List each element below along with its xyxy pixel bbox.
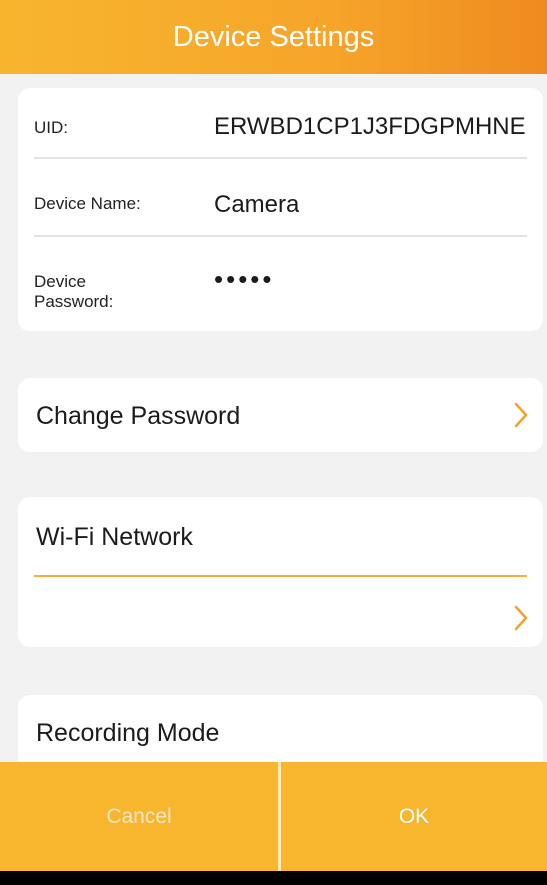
device-name-label: Device Name: bbox=[34, 194, 141, 213]
device-info-card: UID: ERWBD1CP1J3FDGPMHNE Device Name: Ca… bbox=[18, 88, 543, 331]
device-settings-screen: Device Settings UID: ERWBD1CP1J3FDGPMHNE… bbox=[0, 0, 547, 885]
system-navigation-bar bbox=[0, 871, 547, 885]
ok-button[interactable]: OK bbox=[278, 762, 547, 871]
change-password-label: Change Password bbox=[36, 402, 241, 430]
wifi-network-label: Wi-Fi Network bbox=[36, 523, 193, 551]
header-bar: Device Settings bbox=[0, 0, 547, 74]
cancel-button[interactable]: Cancel bbox=[0, 762, 278, 871]
chevron-right-icon bbox=[514, 605, 528, 631]
device-password-row[interactable]: Device Password: ••••• bbox=[34, 264, 527, 320]
page-title: Device Settings bbox=[172, 20, 375, 53]
wifi-network-select[interactable] bbox=[18, 577, 543, 647]
footer-actions: Cancel OK bbox=[0, 762, 547, 871]
recording-mode-label: Recording Mode bbox=[36, 719, 220, 747]
uid-row: UID: ERWBD1CP1J3FDGPMHNE bbox=[34, 106, 527, 146]
uid-label: UID: bbox=[34, 118, 68, 137]
wifi-network-card: Wi-Fi Network bbox=[18, 497, 543, 647]
divider bbox=[34, 157, 527, 159]
device-password-field[interactable]: ••••• bbox=[214, 264, 275, 295]
device-name-row[interactable]: Device Name: Camera bbox=[34, 184, 527, 224]
change-password-row[interactable]: Change Password bbox=[18, 378, 543, 452]
chevron-right-icon bbox=[514, 402, 528, 428]
uid-value: ERWBD1CP1J3FDGPMHNE bbox=[214, 113, 526, 140]
divider bbox=[34, 235, 527, 237]
device-name-field[interactable]: Camera bbox=[214, 191, 299, 219]
device-password-label: Device Password: bbox=[34, 272, 114, 311]
